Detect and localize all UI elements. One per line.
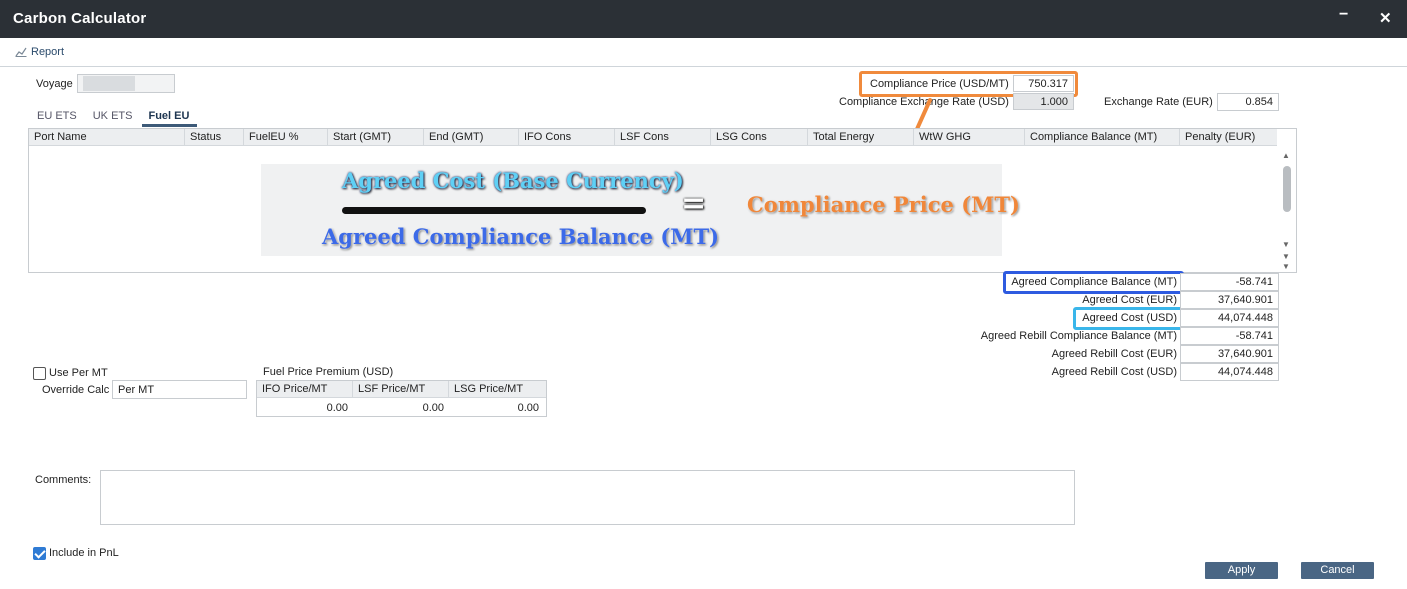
- voyage-label: Voyage: [36, 78, 73, 90]
- column-header: IFO Price/MT: [257, 381, 353, 398]
- summary-label: Agreed Rebill Cost (USD): [1051, 366, 1177, 378]
- use-per-mt-label: Use Per MT: [49, 367, 108, 379]
- summary-value: -58.741: [1180, 327, 1279, 345]
- column-header[interactable]: FuelEU %: [244, 129, 328, 146]
- tab-uk-ets[interactable]: UK ETS: [93, 108, 141, 127]
- summary-value: 44,074.448: [1180, 363, 1279, 381]
- summary-value: 44,074.448: [1180, 309, 1279, 327]
- override-calc-input[interactable]: Per MT: [112, 380, 247, 399]
- scroll-down-icon[interactable]: ▼: [1282, 262, 1290, 271]
- column-header[interactable]: WtW GHG: [914, 129, 1025, 146]
- voyage-value-redacted: [83, 76, 135, 91]
- scrollbar-thumb[interactable]: [1283, 166, 1291, 212]
- tab-fuel-eu[interactable]: Fuel EU: [142, 108, 198, 127]
- column-header: LSG Price/MT: [449, 381, 546, 398]
- apply-button[interactable]: Apply: [1205, 562, 1278, 579]
- column-header[interactable]: LSG Cons: [711, 129, 808, 146]
- summary-label: Agreed Rebill Cost (EUR): [1051, 348, 1177, 360]
- column-header[interactable]: Port Name: [29, 129, 185, 146]
- tab-bar: EU ETS UK ETS Fuel EU: [37, 108, 205, 127]
- compliance-exchange-rate-field: 1.000: [1013, 93, 1074, 110]
- grid-header: Port Name Status FuelEU % Start (GMT) En…: [29, 129, 1277, 146]
- summary-value: 37,640.901: [1180, 291, 1279, 309]
- scroll-up-icon[interactable]: ▲: [1282, 151, 1290, 160]
- scroll-down-icon[interactable]: ▼: [1282, 240, 1290, 249]
- ifo-price-cell[interactable]: 0.00: [257, 402, 348, 416]
- grid-scrollbar[interactable]: ▲ ▼ ▼ ▼: [1276, 146, 1296, 273]
- fuel-price-premium-grid: IFO Price/MT LSF Price/MT LSG Price/MT 0…: [256, 380, 547, 417]
- tab-eu-ets[interactable]: EU ETS: [37, 108, 85, 127]
- column-header[interactable]: Penalty (EUR): [1180, 129, 1277, 146]
- window-title: Carbon Calculator: [13, 10, 147, 27]
- column-header[interactable]: End (GMT): [424, 129, 519, 146]
- formula-numerator: Agreed Cost (Base Currency): [342, 168, 684, 193]
- fuel-price-premium-title: Fuel Price Premium (USD): [263, 366, 394, 378]
- comments-label: Comments:: [35, 474, 92, 486]
- override-calc-label: Override Calc: [42, 384, 110, 396]
- chart-icon: [15, 47, 27, 57]
- formula-annotation: Agreed Cost (Base Currency) Agreed Compl…: [261, 164, 1020, 256]
- column-header[interactable]: Total Energy: [808, 129, 914, 146]
- lsf-price-cell[interactable]: 0.00: [353, 402, 444, 416]
- column-header: LSF Price/MT: [353, 381, 449, 398]
- compliance-price-label: Compliance Price (USD/MT): [870, 78, 1009, 90]
- use-per-mt-checkbox[interactable]: [33, 367, 46, 380]
- column-header[interactable]: IFO Cons: [519, 129, 615, 146]
- report-label: Report: [31, 46, 65, 58]
- formula-denominator: Agreed Compliance Balance (MT): [322, 224, 720, 249]
- report-button[interactable]: Report: [15, 46, 64, 58]
- toolbar: Report: [0, 38, 1407, 67]
- close-icon[interactable]: ✕: [1379, 9, 1392, 27]
- exchange-rate-eur-input[interactable]: 0.854: [1217, 93, 1279, 111]
- formula-equals: =: [681, 186, 707, 221]
- minimize-icon[interactable]: −: [1339, 6, 1348, 24]
- comments-textarea[interactable]: [100, 470, 1075, 525]
- title-bar: Carbon Calculator − ✕: [0, 0, 1407, 38]
- include-pnl-label: Include in PnL: [49, 547, 119, 559]
- column-header[interactable]: Compliance Balance (MT): [1025, 129, 1180, 146]
- summary-label: Agreed Compliance Balance (MT): [1011, 276, 1177, 288]
- summary-value: -58.741: [1180, 273, 1279, 291]
- formula-divider: [342, 207, 646, 214]
- summary-value: 37,640.901: [1180, 345, 1279, 363]
- column-header[interactable]: Start (GMT): [328, 129, 424, 146]
- summary-label: Agreed Cost (EUR): [1082, 294, 1177, 306]
- exchange-rate-eur-label: Exchange Rate (EUR): [1104, 96, 1213, 108]
- compliance-price-input[interactable]: 750.317: [1013, 75, 1074, 92]
- lsg-price-cell[interactable]: 0.00: [449, 402, 539, 416]
- cancel-button[interactable]: Cancel: [1301, 562, 1374, 579]
- voyage-field[interactable]: [77, 74, 175, 93]
- column-header[interactable]: LSF Cons: [615, 129, 711, 146]
- formula-result: Compliance Price (MT): [747, 192, 1020, 217]
- include-pnl-checkbox[interactable]: [33, 547, 46, 560]
- summary-label: Agreed Rebill Compliance Balance (MT): [980, 330, 1177, 342]
- column-header[interactable]: Status: [185, 129, 244, 146]
- scroll-down-icon[interactable]: ▼: [1282, 252, 1290, 261]
- summary-label: Agreed Cost (USD): [1082, 312, 1177, 324]
